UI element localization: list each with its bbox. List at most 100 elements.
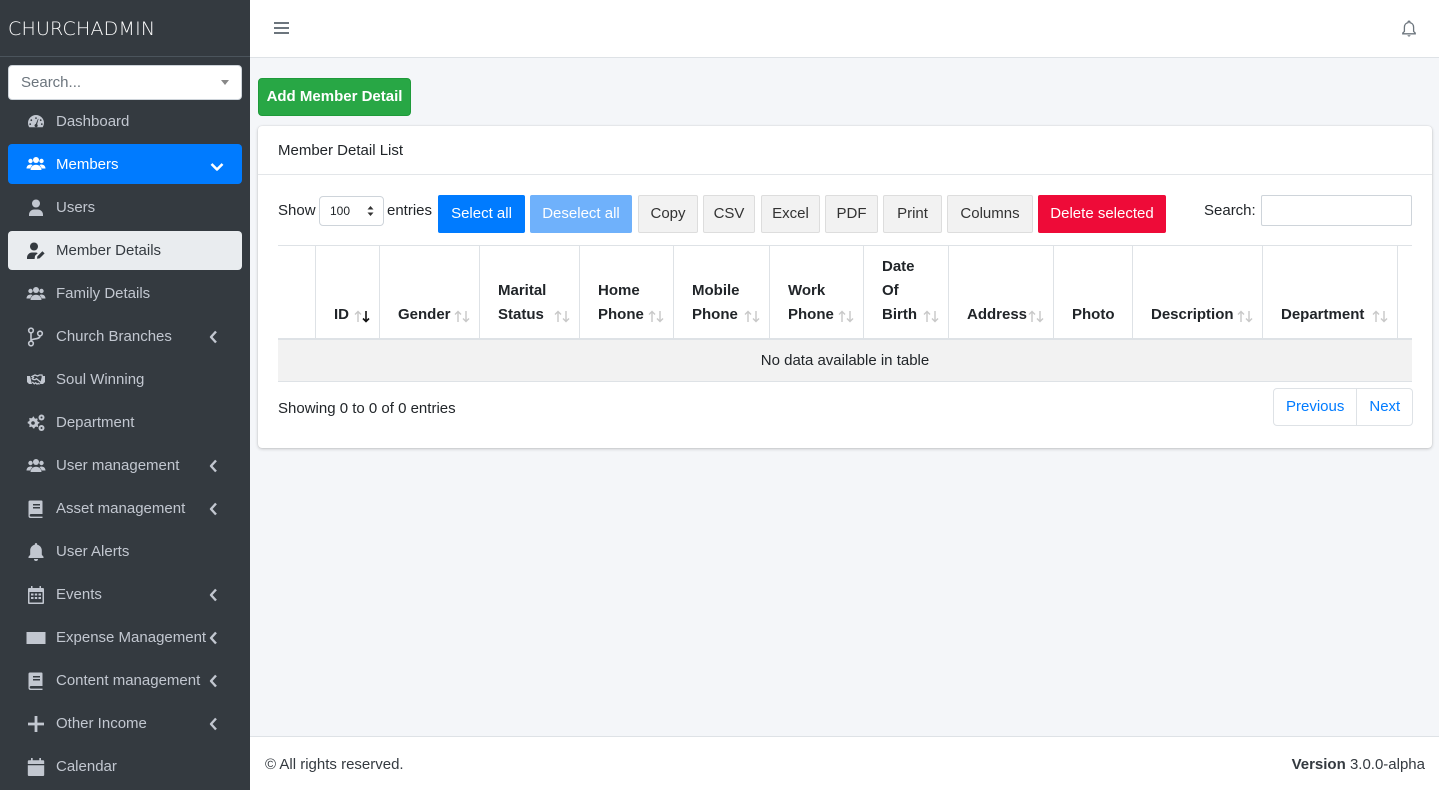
version-value: 3.0.0-alpha [1349,756,1425,773]
sidebar-item-label: Calendar [56,758,117,775]
add-member-detail-button[interactable]: Add Member Detail [258,78,411,116]
sidebar-item-events[interactable]: Events [8,573,242,616]
sidebar-item-family-details[interactable]: Family Details [8,272,242,315]
column-header-label: ID [334,306,349,323]
chevron-left-icon[interactable] [208,459,218,473]
brand-logo[interactable]: CHURCHADMIN [0,0,250,57]
sort-icon[interactable] [1237,310,1254,323]
sidebar-item-member-details[interactable]: Member Details [8,231,242,270]
column-header-date-of-birth[interactable]: Date Of Birth [863,246,948,339]
chevron-left-icon[interactable] [208,502,218,516]
sidebar-item-content-management[interactable]: Content management [8,659,242,702]
sort-icon[interactable] [1028,310,1045,323]
column-header-department[interactable]: Department [1262,246,1397,339]
sidebar-item-members[interactable]: Members [8,144,242,184]
sidebar-item-user-management[interactable]: User management [8,444,242,487]
sidebar-search[interactable] [8,65,242,100]
notifications-bell-icon[interactable] [1401,20,1417,38]
chevron-left-icon[interactable] [208,588,218,602]
sidebar-item-other-income[interactable]: Other Income [8,702,242,745]
table-search-input[interactable] [1262,196,1411,225]
sidebar-item-calendar[interactable]: Calendar [8,745,242,788]
sidebar-item-user-alerts[interactable]: User Alerts [8,530,242,573]
column-header-mobile-phone[interactable]: Mobile Phone [673,246,769,339]
empty-table-row: No data available in table [278,340,1412,382]
sort-icon[interactable] [554,310,571,323]
sidebar: CHURCHADMIN Dashboard Members Users Member … [0,0,250,790]
sidebar-item-label: Other Income [56,715,147,732]
user-edit-icon [24,241,48,261]
sort-icon[interactable] [648,310,665,323]
chevron-left-icon[interactable] [208,674,218,688]
entries-label: entries [387,202,433,219]
sidebar-item-label: Family Details [56,285,151,302]
sort-icon[interactable] [744,310,761,323]
sidebar-item-dashboard[interactable]: Dashboard [8,100,242,143]
column-header-id[interactable]: ID [315,246,379,339]
sort-icon[interactable] [838,310,855,323]
money-bill-icon [24,628,48,648]
column-header-marital-status[interactable]: Marital Status [479,246,579,339]
sort-icon[interactable] [454,310,471,323]
user-icon [24,198,48,218]
sidebar-item-label: Church Branches [56,328,172,345]
sort-icon[interactable] [923,310,940,323]
pdf-button[interactable]: PDF [825,195,878,233]
page-length-select[interactable]: 100 [319,196,384,226]
sidebar-item-department[interactable]: Department [8,401,242,444]
sidebar-item-label: Department [56,414,135,431]
cogs-icon [24,413,48,433]
column-header-home-phone[interactable]: Home Phone [579,246,673,339]
csv-button[interactable]: CSV [703,195,755,233]
excel-button[interactable]: Excel [761,195,820,233]
page-length-value: 100 [330,204,351,218]
dropdown-caret-icon[interactable] [221,80,229,85]
sidebar-item-asset-management[interactable]: Asset management [8,487,242,530]
chevron-left-icon[interactable] [208,330,218,344]
column-header-label: Date Of Birth [882,258,917,323]
tachometer-icon [24,112,48,132]
column-header-select[interactable] [278,246,315,339]
sidebar-item-label: User management [56,457,180,474]
table-search-label: Search: [1204,202,1256,219]
select-all-button[interactable]: Select all [438,195,525,233]
column-header-label: Marital Status [498,282,547,323]
delete-selected-button[interactable]: Delete selected [1038,195,1166,233]
version-info: Version 3.0.0-alpha [1292,756,1425,773]
print-button[interactable]: Print [883,195,942,233]
column-header-label: Description [1151,306,1234,323]
footer: © All rights reserved. Version 3.0.0-alp… [250,736,1439,790]
sidebar-search-input[interactable] [21,74,221,91]
column-header-gender[interactable]: Gender [379,246,479,339]
sidebar-item-label: Content management [56,672,201,689]
column-header-address[interactable]: Address [948,246,1053,339]
chevron-left-icon[interactable] [208,631,218,645]
column-header-description[interactable]: Description [1132,246,1262,339]
hamburger-menu-icon[interactable] [274,22,289,35]
sidebar-item-label: User Alerts [56,543,130,560]
sidebar-item-expense-management[interactable]: Expense Management [8,616,242,659]
sidebar-item-label: Asset management [56,500,186,517]
show-label: Show [278,202,316,219]
copy-button[interactable]: Copy [638,195,698,233]
column-header-work-phone[interactable]: Work Phone [769,246,863,339]
sidebar-item-label: Events [56,586,102,603]
chevron-left-icon[interactable] [208,717,218,731]
users-icon [24,154,48,174]
chevron-down-icon[interactable] [210,159,224,171]
sidebar-item-users[interactable]: Users [8,186,242,229]
sidebar-item-soul-winning[interactable]: Soul Winning [8,358,242,401]
previous-page-button[interactable]: Previous [1274,389,1356,425]
sort-descending-icon[interactable] [354,310,371,323]
column-header-photo[interactable]: Photo [1053,246,1132,339]
sidebar-item-church-branches[interactable]: Church Branches [8,315,242,358]
top-navbar [250,0,1439,58]
copyright-text: © All rights reserved. [265,756,404,773]
deselect-all-button[interactable]: Deselect all [530,195,632,233]
calendar-grid-icon [24,585,48,605]
column-header-label: Home Phone [598,282,644,323]
sort-icon[interactable] [1372,310,1389,323]
columns-button[interactable]: Columns [947,195,1033,233]
table-search-box[interactable] [1261,195,1412,226]
next-page-button[interactable]: Next [1356,389,1412,425]
